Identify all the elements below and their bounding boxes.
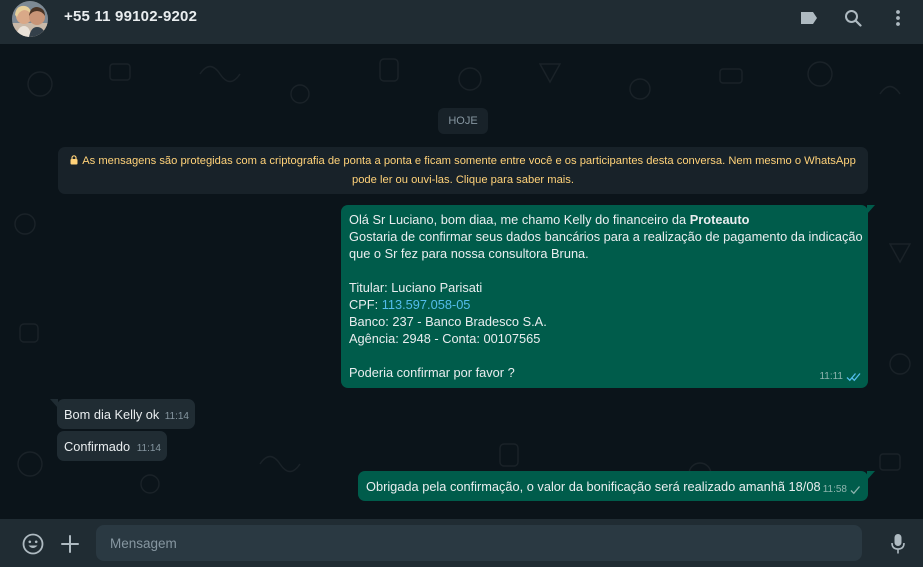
read-double-check-icon: [846, 372, 861, 381]
bubble-tail: [867, 471, 875, 480]
message-line: Titular: Luciano Parisati: [349, 280, 483, 295]
sent-check-icon: [850, 485, 860, 494]
label-icon[interactable]: [796, 6, 822, 30]
message-time: 11:11: [819, 371, 843, 382]
message-time: 11:14: [164, 411, 189, 422]
message-time: 11:14: [136, 443, 161, 454]
emoji-icon[interactable]: [20, 531, 46, 557]
message-bubble-outgoing[interactable]: Obrigada pela confirmação, o valor da bo…: [358, 471, 875, 501]
message-text: Obrigada pela confirmação, o valor da bo…: [366, 479, 821, 494]
lock-icon: [70, 155, 78, 165]
message-text: Confirmado: [64, 439, 131, 454]
chat-area[interactable]: HOJE As mensagens são protegidas com a c…: [0, 44, 923, 519]
message-meta: 11:11: [819, 368, 861, 385]
contact-name[interactable]: +55 11 99102-9202: [64, 8, 197, 25]
message-line: Agência: 2948 - Conta: 00107565: [349, 331, 541, 346]
message-line: Banco: 237 - Banco Bradesco S.A.: [349, 314, 547, 329]
microphone-icon[interactable]: [885, 531, 911, 557]
message-bubble-incoming[interactable]: Bom dia Kelly ok 11:14: [50, 399, 195, 429]
message-bubble-outgoing[interactable]: Olá Sr Luciano, bom diaa, me chamo Kelly…: [341, 205, 875, 388]
message-composer: [0, 519, 923, 567]
contact-avatar[interactable]: [12, 1, 48, 37]
attach-icon[interactable]: [57, 531, 83, 557]
message-line: que o Sr fez para nossa consultora Bruna…: [349, 246, 589, 261]
menu-icon[interactable]: [885, 6, 911, 30]
search-icon[interactable]: [840, 6, 866, 30]
message-input[interactable]: [96, 525, 862, 561]
cpf-link[interactable]: 113.597.058-05: [382, 297, 471, 312]
date-chip: HOJE: [438, 108, 488, 134]
message-bubble-incoming[interactable]: Confirmado 11:14: [57, 431, 167, 461]
encryption-notice[interactable]: As mensagens são protegidas com a cripto…: [58, 147, 868, 194]
encryption-notice-line1: As mensagens são protegidas com a cripto…: [82, 155, 856, 167]
message-meta: 11:58: [823, 481, 861, 498]
message-text: Bom dia Kelly ok: [64, 407, 160, 422]
message-line: Gostaria de confirmar seus dados bancári…: [349, 229, 863, 244]
message-line: Poderia confirmar por favor ?: [349, 365, 515, 380]
message-line: Olá Sr Luciano, bom diaa, me chamo Kelly…: [349, 212, 750, 227]
encryption-notice-line2: pode ler ou ouvi-las. Clique para saber …: [351, 174, 574, 186]
chat-header: +55 11 99102-9202: [0, 0, 923, 44]
bubble-tail: [50, 399, 58, 408]
bubble-tail: [867, 205, 875, 214]
company-name: Proteauto: [689, 212, 750, 227]
message-line: CPF: 113.597.058-05: [349, 297, 471, 312]
message-time: 11:58: [822, 484, 847, 495]
